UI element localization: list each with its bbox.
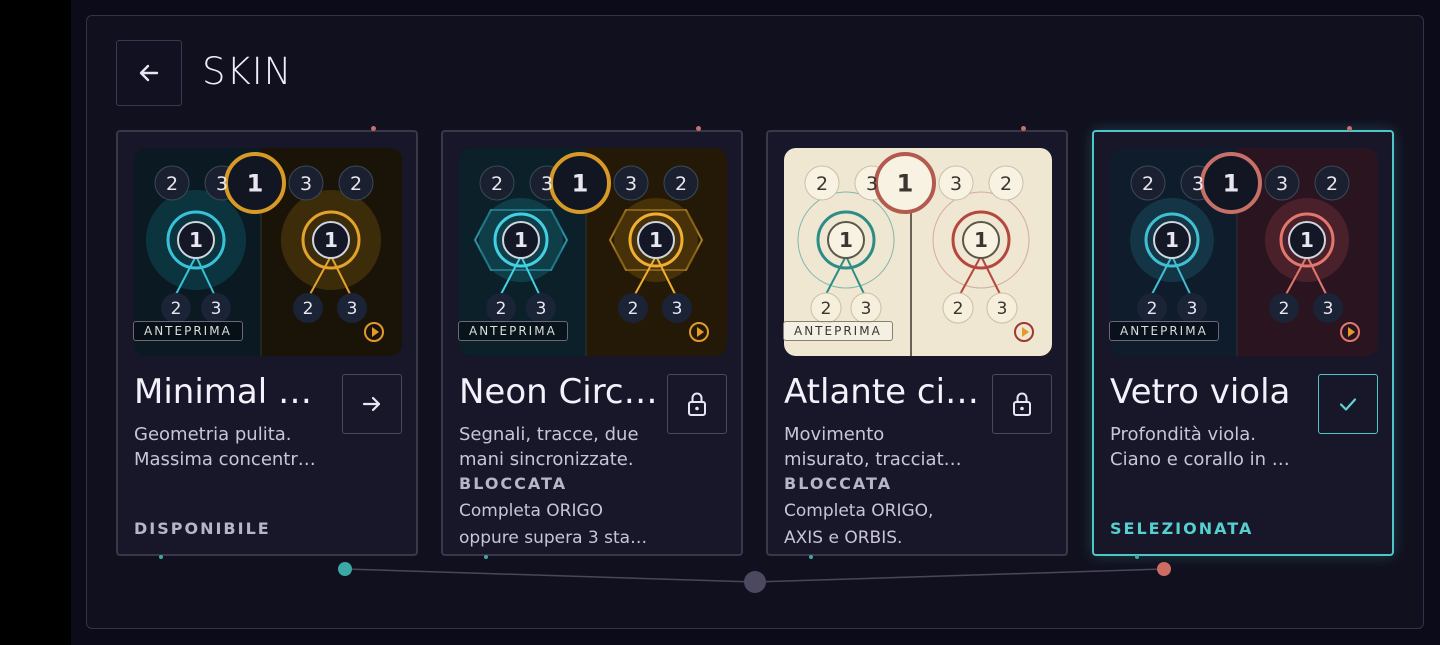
timeline-node-start (338, 562, 352, 576)
timeline-node-center (744, 571, 766, 593)
timeline-node-end (1157, 562, 1171, 576)
carousel-timeline (338, 562, 1171, 593)
